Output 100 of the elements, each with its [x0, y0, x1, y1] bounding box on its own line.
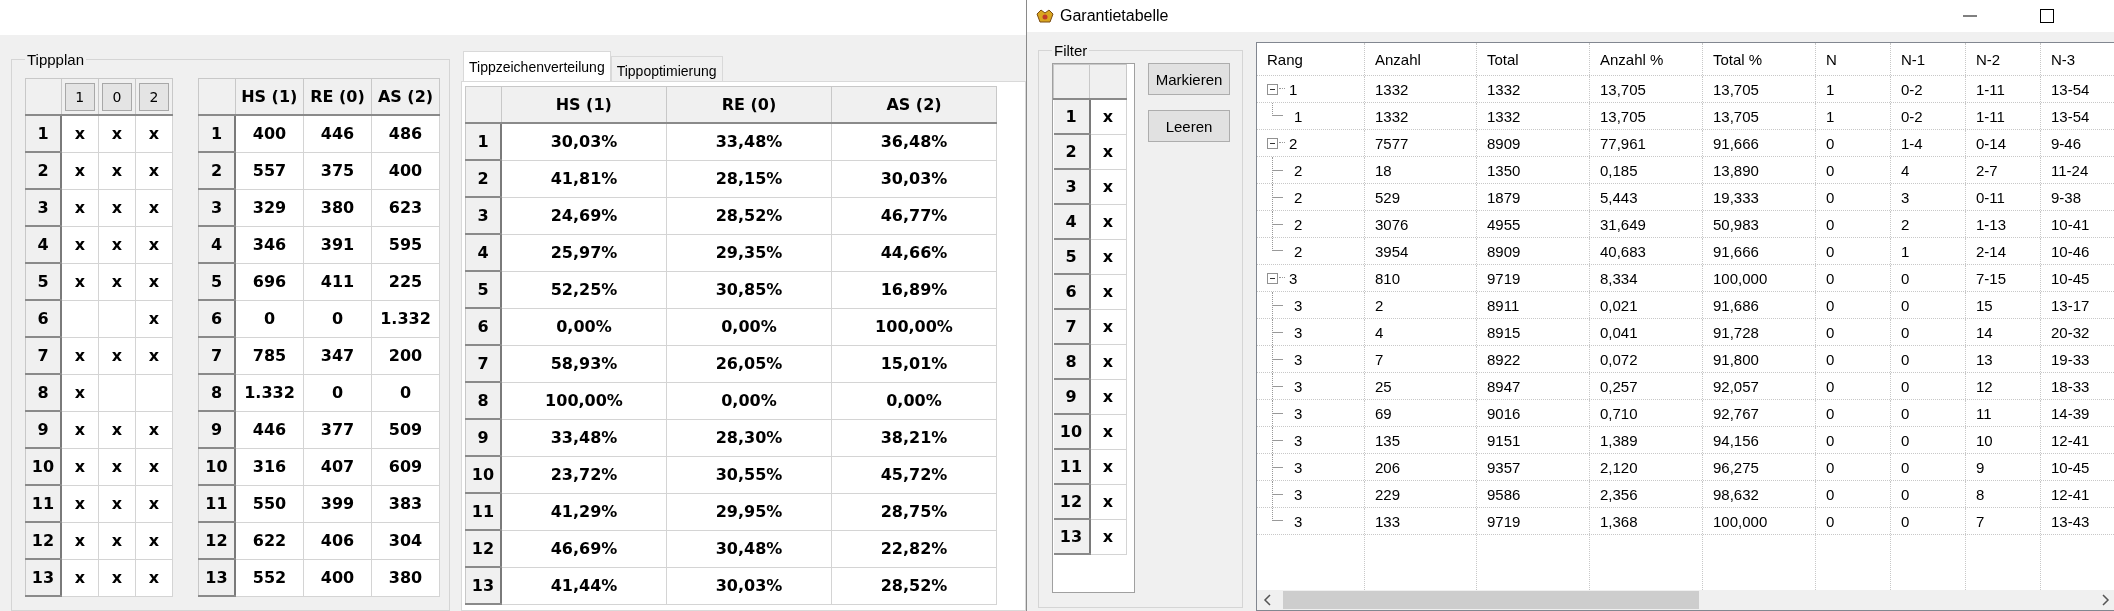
tab[interactable]: Tippzeichenverteilung	[463, 51, 611, 81]
table-cell: 0	[1826, 377, 1835, 395]
chevron-right-icon[interactable]	[2100, 594, 2110, 606]
column-header[interactable]: Anzahl	[1375, 50, 1421, 68]
column-header[interactable]: N-2	[1976, 50, 2001, 68]
table-cell: 9-46	[2051, 134, 2082, 152]
table-cell: 11	[1976, 404, 1992, 422]
table-cell: x	[98, 485, 136, 522]
column-button[interactable]: 1	[64, 82, 95, 111]
row-header: 9	[1053, 379, 1090, 414]
table-cell: x	[135, 300, 173, 337]
table-cell: 0,00%	[666, 382, 832, 419]
table-cell: 7577	[1375, 134, 1409, 152]
column-header: AS (2)	[831, 86, 997, 123]
collapse-icon[interactable]	[1267, 137, 1278, 149]
table-cell: 100,000	[1713, 269, 1768, 287]
row-header: 11	[25, 485, 61, 522]
column-button[interactable]: 0	[102, 82, 132, 111]
column-header[interactable]: N	[1826, 50, 1837, 68]
column-header: RE (0)	[666, 86, 832, 123]
table-cell: 12-41	[2051, 431, 2090, 449]
table-cell: 13,890	[1713, 161, 1759, 179]
column-header[interactable]: N-1	[1901, 50, 1926, 68]
table-cell: 94,156	[1713, 431, 1759, 449]
table-cell: 0	[1901, 458, 1910, 476]
row-header: 5	[1053, 239, 1090, 274]
table-cell: 3	[1289, 269, 1298, 287]
horizontal-scrollbar[interactable]	[1257, 590, 2114, 610]
table-cell: 16,89%	[831, 271, 997, 308]
table-cell: x	[1089, 169, 1126, 204]
table-cell: 3	[1294, 485, 1303, 503]
table-cell: 3076	[1375, 215, 1409, 233]
table-cell: 0,257	[1600, 377, 1638, 395]
table-cell: x	[61, 337, 99, 374]
column-header[interactable]: N-3	[2051, 50, 2076, 68]
row-header: 6	[465, 308, 501, 345]
table-cell: 7-15	[1976, 269, 2007, 287]
tab[interactable]: Tippoptimierung	[610, 56, 723, 81]
table-cell: 0	[1826, 161, 1835, 179]
table-cell: x	[135, 152, 173, 189]
table-cell: 1	[1826, 80, 1835, 98]
table-cell: 19-33	[2051, 350, 2090, 368]
table-cell: 399	[303, 485, 372, 522]
row-header: 1	[1053, 99, 1090, 134]
table-cell: 25	[1375, 377, 1392, 395]
row-header: 6	[198, 300, 235, 337]
scrollbar-thumb[interactable]	[1283, 591, 1699, 609]
column-button[interactable]: 2	[139, 82, 169, 111]
action-button[interactable]: Leeren	[1148, 110, 1230, 142]
table-cell: 12	[1976, 377, 1993, 395]
table-cell: 20-32	[2051, 323, 2090, 341]
table-cell: 40,683	[1600, 242, 1646, 260]
table-cell: 0	[1826, 188, 1835, 206]
table-cell: 557	[235, 152, 304, 189]
table-cell: 3954	[1375, 242, 1409, 260]
table-cell: 2	[1294, 188, 1303, 206]
table-cell: 2,356	[1600, 485, 1638, 503]
table-cell: 0	[1826, 431, 1835, 449]
table-cell: 446	[303, 115, 372, 152]
table-cell: x	[135, 448, 173, 485]
table-cell: x	[1089, 239, 1126, 274]
column-header[interactable]: Total %	[1713, 50, 1763, 68]
table-cell: 2	[1294, 242, 1303, 260]
row-header: 9	[25, 411, 61, 448]
table-cell: 30,85%	[666, 271, 832, 308]
table-cell: 1	[1901, 242, 1910, 260]
table-cell: x	[98, 226, 136, 263]
row-header: 1	[25, 115, 61, 152]
table-cell: x	[135, 522, 173, 559]
table-cell: 0	[1901, 485, 1910, 503]
table-cell: 8922	[1487, 350, 1521, 368]
table-cell: 1332	[1487, 80, 1521, 98]
table-cell: 8915	[1487, 323, 1521, 341]
column-header[interactable]: Total	[1487, 50, 1519, 68]
table-cell: 50,983	[1713, 215, 1759, 233]
maximize-icon[interactable]	[2039, 8, 2055, 24]
action-button[interactable]: Markieren	[1148, 63, 1230, 95]
column-header[interactable]: Rang	[1267, 50, 1303, 68]
window-title: Garantietabelle	[1060, 7, 1169, 25]
table-cell: 30,55%	[666, 456, 832, 493]
table-cell: 4	[1901, 161, 1910, 179]
row-header: 5	[25, 263, 61, 300]
collapse-icon[interactable]	[1267, 83, 1278, 95]
table-cell: 13	[1976, 350, 1993, 368]
row-header: 3	[1053, 169, 1090, 204]
table-cell: 8	[1976, 485, 1985, 503]
row-header: 1	[198, 115, 235, 152]
collapse-icon[interactable]	[1267, 272, 1278, 284]
table-cell: 24,69%	[501, 197, 667, 234]
table-cell: 10-46	[2051, 242, 2090, 260]
table-cell: 15,01%	[831, 345, 997, 382]
table-cell: 12-41	[2051, 485, 2090, 503]
row-header: 10	[198, 448, 235, 485]
row-header: 11	[1053, 449, 1090, 484]
table-cell: 0	[1826, 296, 1835, 314]
chevron-left-icon[interactable]	[1263, 594, 1273, 606]
table-cell: 0,710	[1600, 404, 1638, 422]
column-header[interactable]: Anzahl %	[1600, 50, 1664, 68]
table-cell: 0,00%	[831, 382, 997, 419]
column-header: HS (1)	[501, 86, 667, 123]
